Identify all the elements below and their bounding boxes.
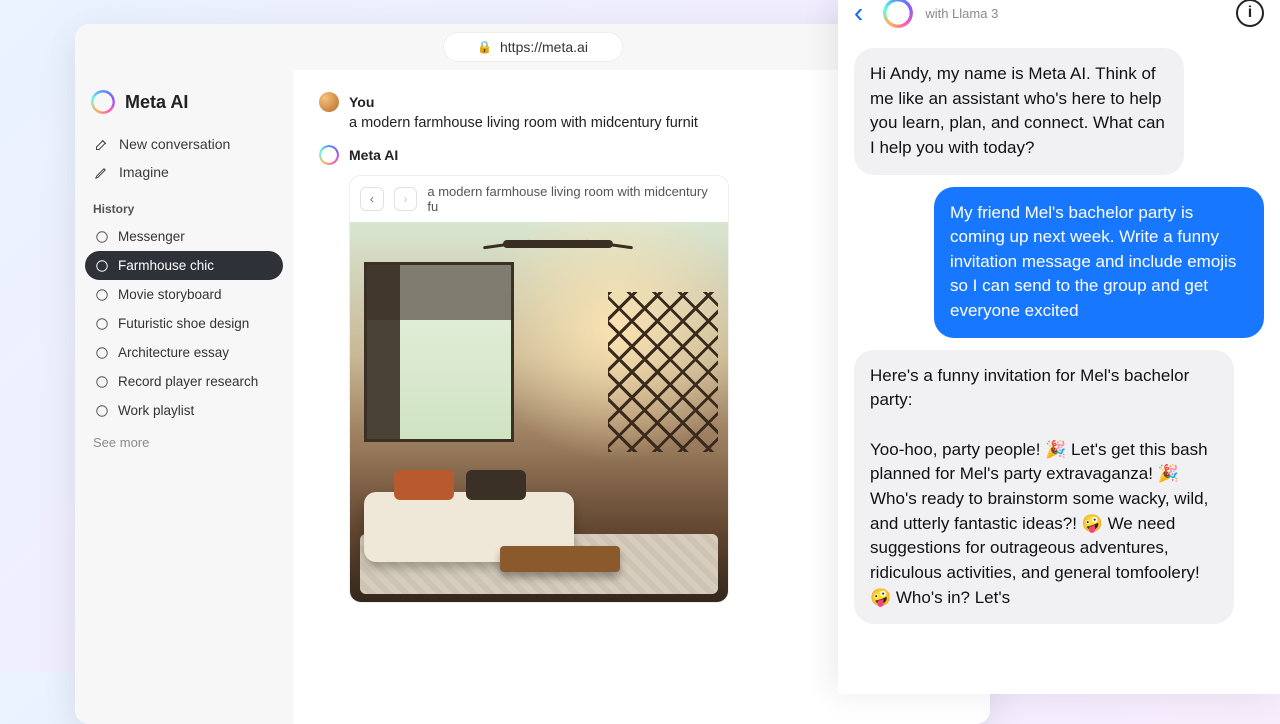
history-item-messenger[interactable]: Messenger [85, 222, 283, 251]
address-pill[interactable]: 🔒 https://meta.ai [443, 32, 623, 62]
ai-bubble-response: Here's a funny invitation for Mel's bach… [854, 350, 1234, 624]
next-image-button[interactable]: › [394, 187, 418, 211]
history-item-architecture[interactable]: Architecture essay [85, 338, 283, 367]
generated-image[interactable] [350, 222, 728, 602]
mobile-chat-panel: ‹ with Llama 3 i Hi Andy, my name is Met… [838, 0, 1280, 694]
history-label: Farmhouse chic [118, 258, 214, 273]
chat-icon [95, 346, 109, 360]
chat-icon [95, 288, 109, 302]
meta-ai-avatar-icon [319, 145, 339, 165]
history-item-record[interactable]: Record player research [85, 367, 283, 396]
info-icon: i [1248, 4, 1252, 22]
chat-icon [95, 404, 109, 418]
history-label: Futuristic shoe design [118, 316, 249, 331]
image-shelf-shape [608, 292, 718, 452]
url-text: https://meta.ai [500, 39, 588, 55]
meta-ai-logo-icon [91, 90, 115, 114]
brand[interactable]: Meta AI [85, 84, 283, 130]
image-caption: a modern farmhouse living room with midc… [427, 184, 718, 214]
mobile-header: ‹ with Llama 3 i [838, 0, 1280, 38]
compose-icon [93, 136, 109, 152]
user-avatar-icon [319, 92, 339, 112]
see-more-button[interactable]: See more [85, 425, 283, 460]
history-item-shoe[interactable]: Futuristic shoe design [85, 309, 283, 338]
chevron-left-icon: ‹ [370, 192, 374, 206]
history-heading: History [85, 186, 283, 222]
new-conversation-button[interactable]: New conversation [85, 130, 283, 158]
info-button[interactable]: i [1236, 0, 1264, 27]
history-item-movie[interactable]: Movie storyboard [85, 280, 283, 309]
back-button[interactable]: ‹ [854, 0, 871, 27]
image-toolbar: ‹ › a modern farmhouse living room with … [350, 176, 728, 222]
chevron-right-icon: › [404, 192, 408, 206]
chat-scroll[interactable]: Hi Andy, my name is Meta AI. Think of me… [838, 38, 1280, 694]
meta-ai-avatar-icon [883, 0, 913, 28]
mobile-subtitle: with Llama 3 [925, 6, 1224, 21]
chat-icon [95, 230, 109, 244]
ai-bubble-greeting: Hi Andy, my name is Meta AI. Think of me… [854, 48, 1184, 175]
imagine-button[interactable]: Imagine [85, 158, 283, 186]
history-label: Messenger [118, 229, 185, 244]
history-item-farmhouse[interactable]: Farmhouse chic [85, 251, 283, 280]
pencil-icon [93, 164, 109, 180]
new-conversation-label: New conversation [119, 136, 230, 152]
generated-image-card: ‹ › a modern farmhouse living room with … [349, 175, 729, 603]
brand-title: Meta AI [125, 92, 188, 113]
user-name: You [349, 94, 374, 110]
image-fan-shape [503, 240, 613, 248]
ai-name: Meta AI [349, 147, 398, 163]
user-bubble-request: My friend Mel's bachelor party is coming… [934, 187, 1264, 338]
chevron-left-icon: ‹ [854, 0, 863, 28]
image-window-shape [364, 262, 514, 442]
sidebar: Meta AI New conversation Imagine History… [75, 70, 293, 724]
history-label: Work playlist [118, 403, 194, 418]
lock-icon: 🔒 [477, 40, 492, 54]
history-label: Architecture essay [118, 345, 229, 360]
history-label: Record player research [118, 374, 258, 389]
history-label: Movie storyboard [118, 287, 222, 302]
chat-icon [95, 375, 109, 389]
chat-icon [95, 259, 109, 273]
prev-image-button[interactable]: ‹ [360, 187, 384, 211]
imagine-label: Imagine [119, 164, 169, 180]
image-table-shape [500, 546, 620, 572]
history-item-playlist[interactable]: Work playlist [85, 396, 283, 425]
chat-icon [95, 317, 109, 331]
